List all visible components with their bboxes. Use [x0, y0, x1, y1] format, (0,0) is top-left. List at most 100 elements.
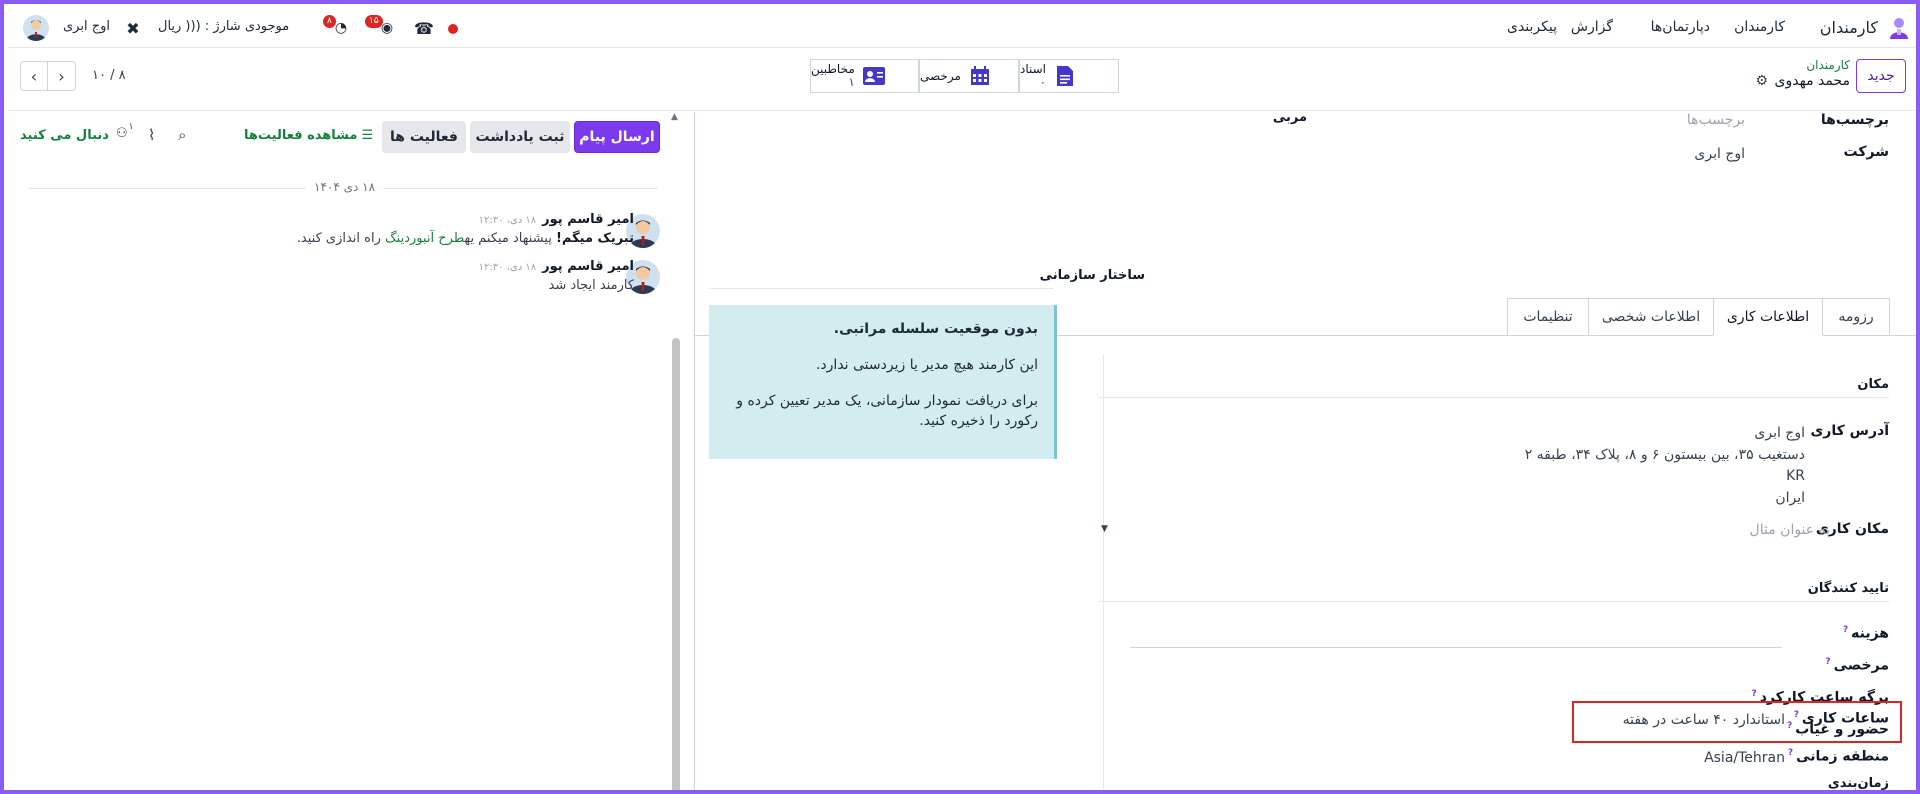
- location-section-line: [1099, 397, 1889, 398]
- org-chart-alert: بدون موقعیت سلسله مراتبی. این کارمند هیچ…: [709, 305, 1057, 459]
- breadcrumb-parent[interactable]: کارمندان: [1806, 58, 1850, 72]
- message-header: امیر قاسم پور ۱۸ دی، ۱۲:۳۰: [479, 259, 634, 274]
- approvers-section-header: تایید کنندگان: [1807, 581, 1889, 596]
- followers-button[interactable]: ⚇ ۱: [116, 122, 134, 141]
- help-tooltip-icon[interactable]: ?: [1843, 625, 1848, 635]
- scrollbar-thumb[interactable]: [672, 338, 680, 790]
- documents-count: ۰: [1039, 75, 1047, 89]
- search-icon[interactable]: ⌕: [178, 126, 186, 144]
- timeoff-approver-label: مرخصی?: [1825, 657, 1889, 674]
- help-tooltip-icon[interactable]: ?: [1825, 657, 1830, 667]
- chat-badge: ۱۵: [365, 15, 383, 28]
- timeoff-approver-label-text: مرخصی: [1833, 657, 1889, 674]
- working-hours-label-text: ساعات کاری: [1801, 710, 1889, 727]
- followers-count: ۱: [128, 122, 134, 132]
- menu-employees[interactable]: کارمندان: [1734, 19, 1785, 35]
- work-location-input[interactable]: به عنوان مثال: [1750, 522, 1830, 538]
- record-name: محمد مهدوی: [1774, 73, 1850, 89]
- pager-previous-button[interactable]: ‹: [20, 61, 48, 91]
- employee-form: برچسب‌ها برچسب‌ها مربی شرکت اوج ابری رزو…: [694, 112, 1916, 790]
- coach-label: مربی: [1272, 112, 1307, 125]
- tags-input[interactable]: برچسب‌ها: [1687, 112, 1745, 128]
- timezone-label: منطقه زمانی?: [1788, 748, 1889, 765]
- timeoff-label: مرخصی: [920, 69, 961, 83]
- list-icon: ☰: [361, 128, 374, 143]
- timezone-value[interactable]: Asia/Tehran: [1704, 750, 1785, 766]
- contact-card-icon: [862, 65, 885, 87]
- tab-settings[interactable]: تنظیمات: [1507, 298, 1589, 336]
- activities-button[interactable]: فعالیت ها: [382, 121, 466, 153]
- pager-next-button[interactable]: ›: [48, 61, 76, 91]
- onboarding-plan-link[interactable]: طرح آنبوردینگ: [385, 231, 464, 246]
- menu-reporting[interactable]: گزارش: [1571, 19, 1613, 35]
- work-address-value[interactable]: اوج ابری دستغیب ۳۵، بین بیستون ۶ و ۸، پل…: [1525, 423, 1805, 509]
- document-icon: [1054, 65, 1076, 87]
- top-navbar: کارمندان کارمندان دپارتمان‌ها گزارش پیکر…: [8, 8, 1916, 48]
- app-window: کارمندان کارمندان دپارتمان‌ها گزارش پیکر…: [0, 0, 1920, 794]
- org-alert-title: بدون موقعیت سلسله مراتبی.: [833, 321, 1038, 337]
- phone-icon[interactable]: ☎: [413, 17, 435, 39]
- org-alert-line1: این کارمند هیچ مدیر یا زیردستی ندارد.: [815, 357, 1038, 373]
- help-tooltip-icon[interactable]: ?: [1794, 710, 1799, 720]
- address-line-company: اوج ابری: [1754, 425, 1805, 441]
- message-text: پیشنهاد میکنم یه: [464, 231, 556, 246]
- working-hours-value[interactable]: استاندارد ۴۰ ساعت در هفته: [1623, 712, 1785, 728]
- dropdown-caret-icon[interactable]: ▼: [1101, 524, 1108, 534]
- employees-app-icon[interactable]: [1888, 17, 1910, 39]
- org-chart-title-line: [709, 288, 1054, 289]
- approvers-section-line: [1099, 601, 1889, 602]
- view-activities-label: مشاهده فعالیت‌ها: [244, 128, 358, 143]
- timezone-label-text: منطقه زمانی: [1796, 748, 1889, 765]
- message-header: امیر قاسم پور ۱۸ دی، ۱۲:۳۰: [479, 212, 634, 227]
- working-hours-label: ساعات کاری?: [1794, 710, 1889, 727]
- contacts-smart-button[interactable]: مخاطبین ۱: [810, 59, 919, 93]
- address-line-code: KR: [1786, 468, 1805, 484]
- expense-input[interactable]: [1130, 647, 1782, 648]
- log-note-button[interactable]: ثبت یادداشت: [470, 121, 570, 153]
- view-activities-link[interactable]: ☰ مشاهده فعالیت‌ها: [244, 128, 373, 143]
- message-time: ۱۸ دی، ۱۲:۳۰: [478, 215, 537, 226]
- user-avatar[interactable]: [23, 15, 49, 41]
- message-text-end: راه اندازی کنید.: [296, 231, 386, 246]
- company-label: شرکت: [1843, 144, 1889, 160]
- tab-private-information[interactable]: اطلاعات شخصی: [1588, 298, 1714, 336]
- documents-smart-button[interactable]: اسناد ۰: [1019, 59, 1119, 93]
- org-chart-title: ساختار سازمانی: [1039, 268, 1145, 283]
- menu-departments[interactable]: دپارتمان‌ها: [1651, 19, 1710, 35]
- gear-icon[interactable]: ⚙: [1755, 73, 1768, 89]
- activity-badge: ۸: [323, 15, 336, 28]
- control-panel: جدید کارمندان محمد مهدوی ⚙ اسناد ۰ مرخصی: [8, 49, 1916, 111]
- wallet-balance[interactable]: موجودی شارژ : ((( ریال: [158, 19, 289, 34]
- address-line-street: دستغیب ۳۵، بین بیستون ۶ و ۸، پلاک ۳۴، طب…: [1524, 446, 1805, 463]
- paperclip-icon[interactable]: ⌇: [148, 126, 155, 144]
- message-author[interactable]: امیر قاسم پور: [542, 212, 634, 227]
- help-tooltip-icon[interactable]: ?: [1788, 748, 1793, 758]
- company-value[interactable]: اوج ابری: [1694, 146, 1745, 162]
- contacts-count: ۱: [848, 75, 855, 89]
- menu-configuration[interactable]: پیکربندی: [1507, 19, 1557, 35]
- message-body: تبریک میگم! پیشنهاد میکنم یهطرح آنبوردین…: [297, 231, 634, 246]
- follow-button[interactable]: دنبال می کنید: [20, 128, 109, 143]
- schedule-fields: ساعات کاری? استاندارد ۴۰ ساعت در هفته من…: [694, 694, 1916, 790]
- work-address-label: آدرس کاری: [1810, 423, 1889, 439]
- tools-icon[interactable]: ✖: [122, 17, 144, 39]
- tab-work-information[interactable]: اطلاعات کاری: [1713, 298, 1823, 336]
- org-alert-line2: برای دریافت نمودار سازمانی، یک مدیر تعیی…: [736, 393, 1038, 429]
- message-author[interactable]: امیر قاسم پور: [542, 259, 634, 274]
- app-name[interactable]: کارمندان: [1820, 18, 1878, 37]
- send-message-button[interactable]: ارسال پیام: [574, 121, 660, 153]
- scroll-up-arrow-icon[interactable]: ▲: [671, 112, 678, 122]
- pager-value[interactable]: ۸ / ۱۰: [92, 68, 126, 83]
- new-button[interactable]: جدید: [1856, 59, 1906, 93]
- expense-label: هزینه?: [1843, 625, 1889, 642]
- expense-label-text: هزینه: [1851, 625, 1889, 642]
- address-line-country: ایران: [1775, 489, 1805, 506]
- timeoff-smart-button[interactable]: مرخصی: [919, 59, 1019, 93]
- message-time: ۱۸ دی، ۱۲:۳۰: [478, 262, 537, 273]
- location-section-header: مکان: [1857, 377, 1889, 392]
- tab-resume[interactable]: رزومه: [1822, 298, 1890, 336]
- date-separator: ۱۸ دی ۱۴۰۴: [306, 180, 384, 194]
- tags-label: برچسب‌ها: [1820, 112, 1889, 128]
- status-dot-icon: [448, 24, 458, 34]
- company-switcher[interactable]: اوج ابری: [63, 19, 110, 34]
